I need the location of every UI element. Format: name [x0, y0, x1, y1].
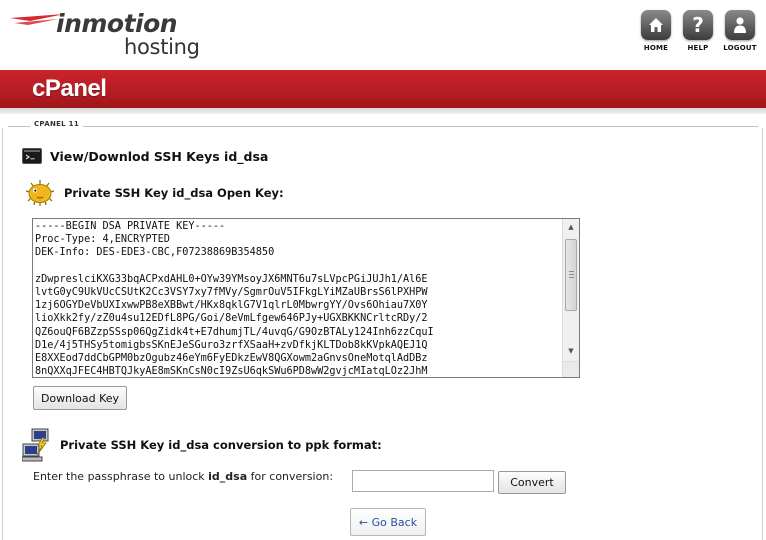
private-key-textarea[interactable]: -----BEGIN DSA PRIVATE KEY----- Proc-Type… [32, 218, 580, 378]
terminal-icon [22, 148, 42, 164]
logout-nav-label: LOGOUT [723, 44, 757, 52]
key-line: zDwpreslciKXG33bqACPxdAHL0+OYw39YMsoyJX6… [35, 273, 428, 285]
ppk-section-header: Private SSH Key id_dsa conversion to ppk… [22, 428, 382, 462]
key-line [35, 260, 563, 273]
svg-text:?: ? [692, 14, 704, 36]
cpanel-banner: cPanel [0, 70, 766, 108]
content-frame-left-border [2, 128, 3, 540]
help-nav-label: HELP [687, 44, 709, 52]
key-line: lvtG0yC9UkVUcCSUtK2Cc3VSY7xy7fMVy/SgmrOu… [35, 287, 428, 298]
help-icon: ? [683, 10, 713, 40]
page-title: View/Downlod SSH Keys id_dsa [50, 148, 269, 164]
convert-button[interactable]: Convert [498, 471, 566, 494]
logo-text-inmotion: inmotion [56, 9, 178, 38]
scrollbar-corner [563, 361, 579, 377]
home-nav-label: HOME [643, 44, 669, 52]
breadcrumb-divider [8, 126, 758, 127]
scroll-down-arrow-icon[interactable]: ▼ [563, 343, 579, 359]
thumb-grip-line [569, 277, 574, 278]
key-line: QZ6ouQF6BZzpSSsp06QgZidk4t+E7dhumjTL/4uv… [35, 326, 434, 338]
private-key-section-title: Private SSH Key id_dsa Open Key: [64, 186, 284, 200]
key-line: 8nQXXqJFEC4HBTQJkyAE8mSKnCsN0cI9ZsU6qkSW… [35, 366, 428, 378]
key-line: DEK-Info: DES-EDE3-CBC,F07238869B354850 [35, 247, 275, 259]
logout-icon [725, 10, 755, 40]
ppk-section-title: Private SSH Key id_dsa conversion to ppk… [60, 438, 382, 452]
logo-text-hosting: hosting [124, 35, 200, 59]
key-line: D1e/4j5THSy5tomigbsSKnEJeSGuro3zrfXSaaH+… [35, 339, 428, 351]
page-title-row: View/Downlod SSH Keys id_dsa [22, 148, 268, 164]
key-line: 1zj6OGYDeVbUXIxwwPB8eXBBwt/HKx8qklG7V1ql… [35, 300, 428, 312]
download-key-button[interactable]: Download Key [33, 386, 127, 410]
private-key-content[interactable]: -----BEGIN DSA PRIVATE KEY----- Proc-Type… [35, 220, 563, 378]
header: inmotion hosting HOME ? HELP LOGOUT [0, 0, 766, 70]
thumb-grip-line [569, 274, 574, 275]
top-navigation: HOME ? HELP LOGOUT [638, 10, 758, 52]
home-icon [641, 10, 671, 40]
key-line: Proc-Type: 4,ENCRYPTED [35, 234, 170, 246]
breadcrumb-item-cpanel[interactable]: CPANEL 11 [30, 120, 84, 128]
passphrase-prompt: Enter the passphrase to unlock id_dsa fo… [33, 470, 333, 483]
home-nav-button[interactable]: HOME [638, 10, 674, 52]
key-line: lioXkk2fy/zZ0u4su12EDfL8PG/Goi/8eVmLfgew… [35, 313, 428, 325]
banner-bottom-strip [0, 108, 766, 114]
thumb-grip-line [569, 271, 574, 272]
key-line: -----BEGIN DSA PRIVATE KEY----- [35, 221, 226, 232]
private-key-section-header: Private SSH Key id_dsa Open Key: [22, 178, 284, 208]
scrollbar-thumb[interactable] [565, 239, 577, 311]
passphrase-prompt-key: id_dsa [208, 470, 248, 483]
putty-computers-icon [22, 428, 49, 462]
help-nav-button[interactable]: ? HELP [680, 10, 716, 52]
key-textarea-scrollbar[interactable]: ▲ ▼ [562, 219, 579, 377]
breadcrumb: CPANEL 11 [8, 120, 758, 132]
inmotion-hosting-logo[interactable]: inmotion hosting [10, 6, 210, 66]
pufferfish-key-icon [25, 180, 55, 206]
passphrase-input[interactable] [352, 470, 494, 492]
content-frame-right-border [762, 128, 763, 540]
scroll-up-arrow-icon[interactable]: ▲ [563, 219, 579, 235]
passphrase-prompt-text: Enter the passphrase to unlock [33, 470, 209, 483]
logout-nav-button[interactable]: LOGOUT [722, 10, 758, 52]
cpanel-logo-text[interactable]: cPanel [32, 75, 107, 103]
passphrase-prompt-suffix: for conversion: [247, 470, 334, 483]
go-back-button[interactable]: ← Go Back [350, 508, 426, 536]
key-line: E8XXEod7ddCbGPM0bzOgubz46eYm6FyEDkzEwV8Q… [35, 353, 428, 365]
